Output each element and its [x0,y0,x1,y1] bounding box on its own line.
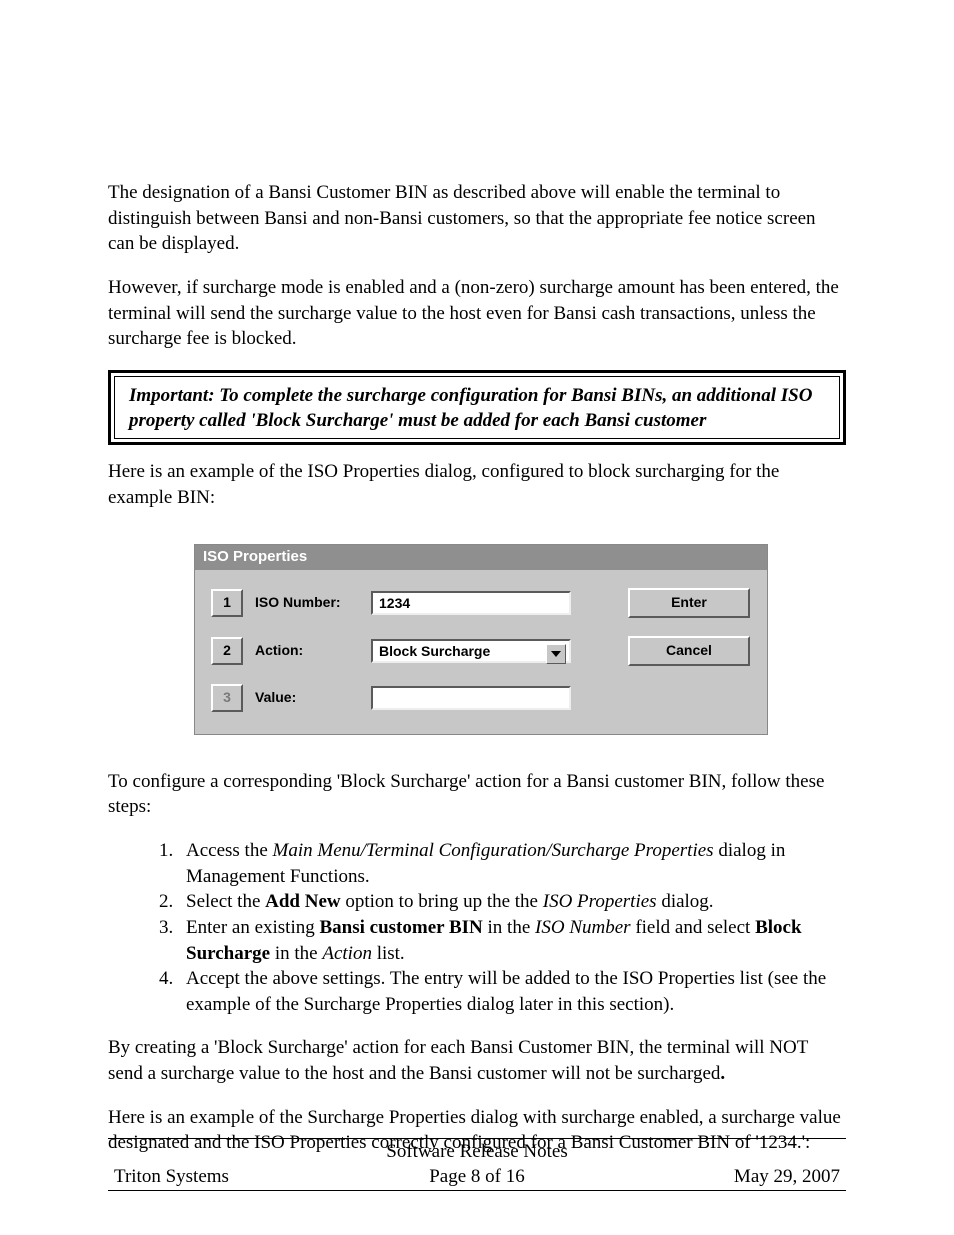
list-item: Access the Main Menu/Terminal Configurat… [178,838,846,889]
action-label: Action: [255,641,371,660]
step-button-2[interactable]: 2 [211,637,243,665]
important-callout-text: Important: To complete the surcharge con… [114,376,840,439]
iso-properties-dialog: ISO Properties 1 ISO Number: 1234 Enter … [194,544,768,734]
action-combobox-value: Block Surcharge [379,643,490,659]
footer-right: May 29, 2007 [640,1164,840,1190]
action-combobox[interactable]: Block Surcharge [371,639,571,663]
list-item: Accept the above settings. The entry wil… [178,966,846,1017]
dialog-body: 1 ISO Number: 1234 Enter 2 Action: Block… [195,570,767,734]
important-callout: Important: To complete the surcharge con… [108,370,846,445]
footer-left: Triton Systems [114,1164,314,1190]
cancel-button[interactable]: Cancel [628,636,750,666]
page-footer: Software Release Notes Triton Systems Pa… [108,1138,846,1191]
document-page: The designation of a Bansi Customer BIN … [0,0,954,1235]
iso-number-input[interactable]: 1234 [371,591,571,615]
paragraph: The designation of a Bansi Customer BIN … [108,180,846,257]
list-item: Enter an existing Bansi customer BIN in … [178,915,846,966]
dialog-row-action: 2 Action: Block Surcharge Cancel [211,636,759,666]
iso-number-label: ISO Number: [255,593,371,612]
value-input[interactable] [371,686,571,710]
steps-list: Access the Main Menu/Terminal Configurat… [108,838,846,1017]
step-button-1[interactable]: 1 [211,589,243,617]
paragraph: By creating a 'Block Surcharge' action f… [108,1035,846,1086]
dialog-row-value: 3 Value: [211,684,759,712]
chevron-down-icon[interactable] [546,644,566,664]
dialog-row-iso-number: 1 ISO Number: 1234 Enter [211,588,759,618]
footer-center: Page 8 of 16 [314,1164,640,1190]
dialog-figure: ISO Properties 1 ISO Number: 1234 Enter … [194,544,846,734]
paragraph: However, if surcharge mode is enabled an… [108,275,846,352]
list-item: Select the Add New option to bring up th… [178,889,846,915]
value-label: Value: [255,688,371,707]
paragraph: To configure a corresponding 'Block Surc… [108,769,846,820]
paragraph: Here is an example of the ISO Properties… [108,459,846,510]
dialog-title-bar: ISO Properties [195,545,767,569]
enter-button[interactable]: Enter [628,588,750,618]
step-button-3[interactable]: 3 [211,684,243,712]
footer-title: Software Release Notes [314,1139,640,1165]
